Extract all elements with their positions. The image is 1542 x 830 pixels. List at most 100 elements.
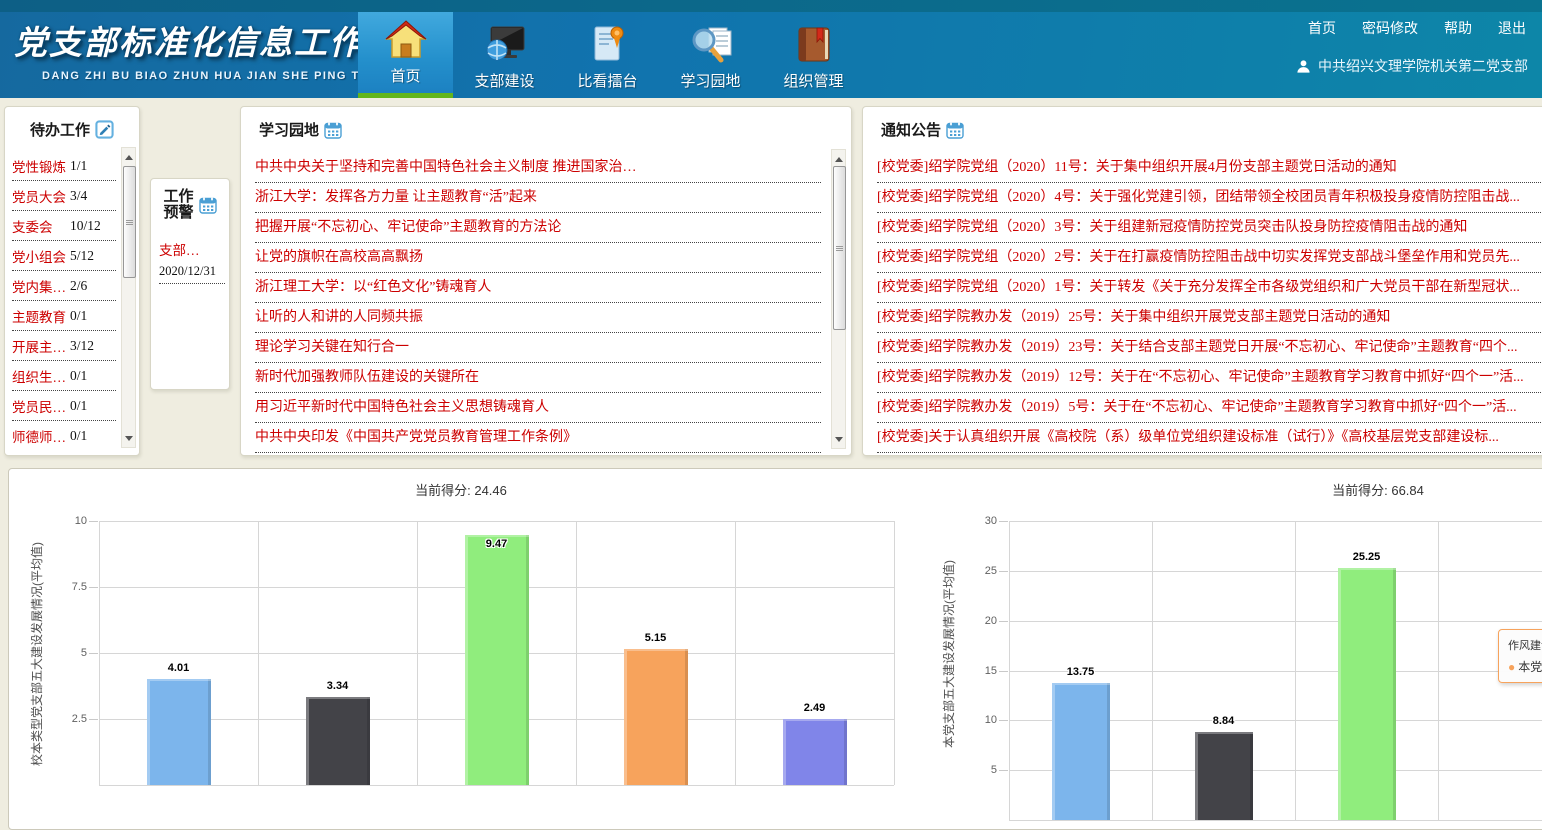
study-link[interactable]: 把握开展“不忘初心、牢记使命”主题教育的方法论 [255, 213, 821, 243]
nav-item-org-management[interactable]: 组织管理 [762, 12, 865, 98]
notice-link[interactable]: [校党委]绍学院党组（2020）1号：关于转发《关于充分发挥全市各级党组织和广大… [877, 273, 1542, 303]
todo-item[interactable]: 师德师…0/1 [12, 421, 116, 449]
y-tick-mark [999, 770, 1008, 771]
study-scrollbar[interactable] [831, 149, 846, 449]
home-link[interactable]: 首页 [1308, 18, 1336, 38]
chart-bar[interactable] [1052, 683, 1110, 820]
warning-panel-title: 工作预警 [163, 189, 193, 221]
study-list: 中共中央关于坚持和完善中国特色社会主义制度 推进国家治…浙江大学：发挥各方力量 … [255, 153, 821, 453]
notice-panel-title: 通知公告 [881, 119, 941, 140]
x-axis-line [99, 785, 894, 786]
y-tick-label: 10 [47, 515, 87, 527]
study-link[interactable]: 中共中央关于坚持和完善中国特色社会主义制度 推进国家治… [255, 153, 821, 183]
home-icon [384, 19, 428, 61]
scroll-down-arrow[interactable] [832, 432, 845, 446]
certificate-icon [586, 24, 630, 66]
edit-icon[interactable] [95, 120, 114, 139]
todo-item-label: 党小组会 [12, 246, 70, 266]
todo-item[interactable]: 党员大会3/4 [12, 181, 116, 211]
gridline [258, 521, 259, 785]
study-link[interactable]: 中共中央印发《中国共产党党员教育管理工作条例》 [255, 423, 821, 453]
todo-item[interactable]: 党员民…0/1 [12, 391, 116, 421]
help-link[interactable]: 帮助 [1444, 18, 1472, 38]
chart-bar[interactable] [1338, 568, 1396, 820]
todo-scrollbar[interactable] [121, 147, 136, 448]
todo-item-label: 党内集… [12, 276, 70, 296]
todo-item[interactable]: 党性锻炼1/1 [12, 151, 116, 181]
notice-link[interactable]: [校党委]绍学院党组（2020）3号：关于组建新冠疫情防控党员突击队投身防控疫情… [877, 213, 1542, 243]
gridline [735, 521, 736, 785]
calendar-icon [199, 196, 217, 214]
nav-item-home[interactable]: 首页 [358, 12, 453, 98]
todo-item-count: 5/12 [70, 248, 94, 264]
y-tick-label: 5 [47, 647, 87, 659]
magnifier-doc-icon [689, 24, 733, 66]
todo-item[interactable]: 党内集…2/6 [12, 271, 116, 301]
todo-item[interactable]: 组织生…0/1 [12, 361, 116, 391]
scroll-up-arrow[interactable] [122, 150, 135, 164]
chart-bar[interactable] [624, 649, 688, 785]
study-link[interactable]: 新时代加强教师队伍建设的关键所在 [255, 363, 821, 393]
user-icon [1296, 59, 1311, 74]
study-link[interactable]: 让党的旗帜在高校高高飘扬 [255, 243, 821, 273]
scroll-thumb[interactable] [123, 166, 136, 278]
notice-link[interactable]: [校党委]绍学院教办发（2019）5号：关于在“不忘初心、牢记使命”主题教育学习… [877, 393, 1542, 423]
notice-link[interactable]: [校党委]绍学院教办发（2019）25号：关于集中组织开展党支部主题党日活动的通… [877, 303, 1542, 333]
gridline [894, 521, 895, 785]
notice-link[interactable]: [校党委]绍学院党组（2020）2号：关于在打赢疫情防控阻击战中切实发挥党支部战… [877, 243, 1542, 273]
notice-link[interactable]: [校党委]绍学院教办发（2019）12号：关于在“不忘初心、牢记使命”主题教育学… [877, 363, 1542, 393]
todo-list: 党性锻炼1/1党员大会3/4支委会10/12党小组会5/12党内集…2/6主题教… [12, 151, 116, 449]
todo-item[interactable]: 主题教育0/1 [12, 301, 116, 331]
nav-label: 首页 [390, 65, 420, 86]
nav-label: 组织管理 [783, 70, 843, 91]
gridline [1438, 521, 1439, 820]
y-tick-label: 2.5 [47, 713, 87, 725]
user-info[interactable]: 中共绍兴文理学院机关第二党支部 [1296, 56, 1528, 76]
notice-link[interactable]: [校党委]绍学院党组（2020）4号：关于强化党建引领，团结带领全校团员青年积极… [877, 183, 1542, 213]
todo-item-count: 3/4 [70, 188, 87, 204]
chart-score-title: 当前得分: 66.84 [1228, 480, 1528, 499]
nav-item-branch-building[interactable]: 支部建设 [453, 12, 556, 98]
todo-item-label: 支委会 [12, 216, 70, 236]
chart-bar[interactable] [306, 697, 370, 785]
chart-bar[interactable] [147, 679, 211, 785]
chart-bar[interactable] [783, 719, 847, 785]
y-tick-mark [999, 671, 1008, 672]
bar-value-label: 13.75 [1046, 666, 1116, 678]
chart-bar[interactable] [1195, 732, 1253, 820]
notice-panel: 通知公告 [校党委]绍学院党组（2020）11号：关于集中组织开展4月份支部主题… [862, 106, 1542, 456]
notice-link[interactable]: [校党委]关于认真组织开展《高校院（系）级单位党组织建设标准（试行）》《高校基层… [877, 423, 1542, 453]
study-link[interactable]: 浙江大学：发挥各方力量 让主题教育“活”起来 [255, 183, 821, 213]
scroll-down-arrow[interactable] [122, 431, 135, 445]
change-password-link[interactable]: 密码修改 [1362, 18, 1418, 38]
nav-label: 比看擂台 [577, 70, 637, 91]
bar-value-label: 2.49 [780, 702, 850, 714]
todo-item[interactable]: 开展主…3/12 [12, 331, 116, 361]
nav-item-study-garden[interactable]: 学习园地 [659, 12, 762, 98]
book-icon [792, 24, 836, 66]
study-link[interactable]: 理论学习关键在知行合一 [255, 333, 821, 363]
bar-value-label: 4.01 [144, 662, 214, 674]
gridline [1295, 521, 1296, 820]
todo-item[interactable]: 支委会10/12 [12, 211, 116, 241]
notice-link[interactable]: [校党委]绍学院教办发（2019）23号：关于结合支部主题党日开展“不忘初心、牢… [877, 333, 1542, 363]
notice-link[interactable]: [校党委]绍学院党组（2020）11号：关于集中组织开展4月份支部主题党日活动的… [877, 153, 1542, 183]
study-link[interactable]: 浙江理工大学：以“红色文化”铸魂育人 [255, 273, 821, 303]
study-panel-title: 学习园地 [259, 119, 319, 140]
chart-tooltip: 作风建设●本党 [1498, 629, 1542, 683]
logout-link[interactable]: 退出 [1498, 18, 1526, 38]
study-link[interactable]: 用习近平新时代中国特色社会主义思想铸魂育人 [255, 393, 821, 423]
top-links: 首页 密码修改 帮助 退出 [1308, 18, 1526, 38]
scroll-thumb[interactable] [833, 166, 846, 330]
todo-item[interactable]: 党小组会5/12 [12, 241, 116, 271]
scroll-up-arrow[interactable] [832, 152, 845, 166]
warning-item[interactable]: 支部… 2020/12/31 [159, 239, 225, 284]
y-tick-mark [999, 571, 1008, 572]
nav-item-compare-arena[interactable]: 比看擂台 [556, 12, 659, 98]
gridline [417, 521, 418, 785]
study-link[interactable]: 让听的人和讲的人同频共振 [255, 303, 821, 333]
chart-bar[interactable] [465, 535, 529, 785]
y-tick-label: 10 [957, 714, 997, 726]
tooltip-series: ●本党 [1508, 658, 1542, 675]
todo-item-count: 0/1 [70, 428, 87, 444]
